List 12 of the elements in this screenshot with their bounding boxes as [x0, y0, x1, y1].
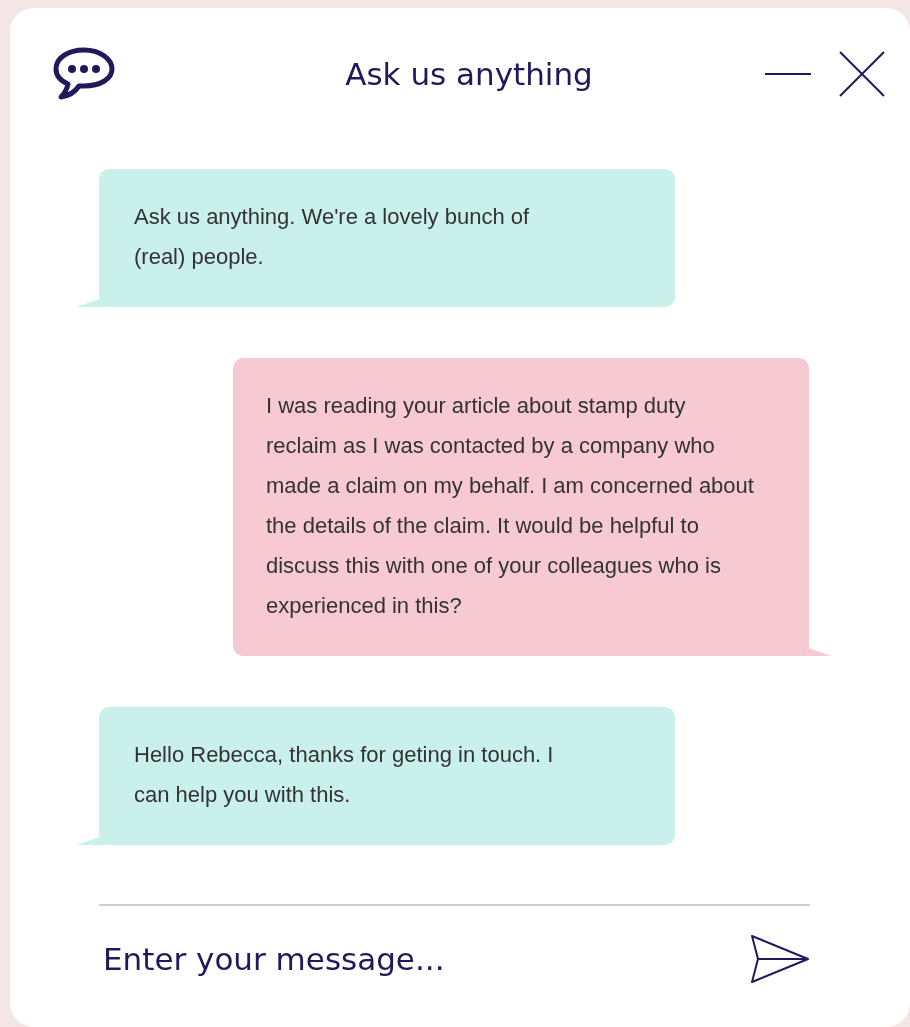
user-message: I was reading your article about stamp duty reclaim as I was contacted by a company who made a claim on my behalf. I am concerned about the details of the claim. It would be helpful to discuss this with one of your colleagues who is experienced in this?: [233, 358, 832, 656]
chat-bubble-icon: [52, 47, 116, 101]
close-button[interactable]: [838, 50, 886, 98]
minimize-icon: [764, 73, 812, 75]
minimize-button[interactable]: [764, 73, 812, 75]
message-input[interactable]: Enter your message...: [99, 935, 750, 983]
send-button[interactable]: [750, 934, 810, 984]
send-icon: [750, 934, 810, 984]
agent-message: Hello Rebecca, thanks for geting in touch. I can help you with this.: [76, 707, 675, 845]
chat-title: Ask us anything: [344, 56, 594, 92]
agent-message: Ask us anything. We're a lovely bunch of (real) people.: [76, 169, 675, 307]
close-icon: [838, 50, 886, 98]
